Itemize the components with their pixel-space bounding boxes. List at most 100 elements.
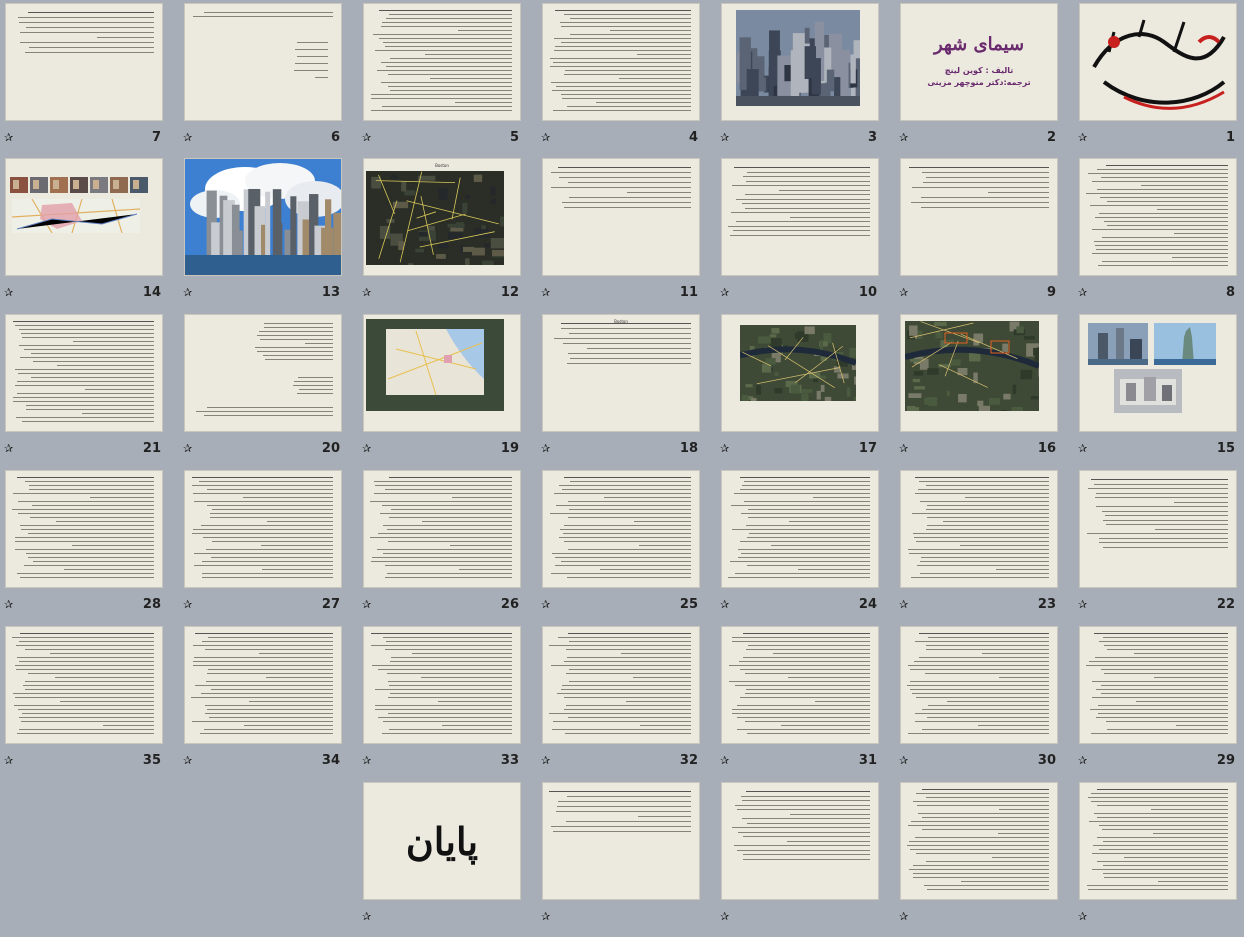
slide-preview[interactable] [1079, 626, 1237, 744]
star-icon[interactable]: ✰ [4, 443, 13, 455]
star-icon[interactable]: ✰ [183, 755, 192, 767]
slide-preview[interactable] [1079, 470, 1237, 588]
slide-preview[interactable] [363, 470, 521, 588]
slide-thumbnail[interactable]: ✰ [716, 781, 895, 937]
slide-preview[interactable] [542, 626, 700, 744]
slide-thumbnail[interactable]: ✰ 15 [1074, 313, 1244, 469]
star-icon[interactable]: ✰ [183, 132, 192, 144]
slide-thumbnail[interactable]: Boston ✰ 12 [358, 157, 537, 313]
slide-preview[interactable] [184, 158, 342, 276]
star-icon[interactable]: ✰ [720, 287, 729, 299]
star-icon[interactable]: ✰ [1078, 443, 1087, 455]
slide-thumbnail[interactable]: ✰ 9 [895, 157, 1074, 313]
slide-thumbnail[interactable]: ✰ 23 [895, 469, 1074, 625]
star-icon[interactable]: ✰ [1078, 132, 1087, 144]
slide-thumbnail[interactable]: ✰ 34 [179, 625, 358, 781]
slide-preview[interactable] [721, 626, 879, 744]
star-icon[interactable]: ✰ [1078, 599, 1087, 611]
slide-thumbnail[interactable]: ✰ 27 [179, 469, 358, 625]
slide-thumbnail[interactable]: ✰ 10 [716, 157, 895, 313]
slide-preview[interactable] [5, 626, 163, 744]
slide-preview[interactable] [1079, 314, 1237, 432]
slide-preview[interactable] [721, 470, 879, 588]
star-icon[interactable]: ✰ [4, 599, 13, 611]
slide-thumbnail[interactable]: ✰ 13 [179, 157, 358, 313]
slide-preview[interactable] [542, 3, 700, 121]
slide-preview[interactable] [184, 470, 342, 588]
slide-preview[interactable] [721, 314, 879, 432]
slide-thumbnail[interactable]: ✰ 8 [1074, 157, 1244, 313]
star-icon[interactable]: ✰ [4, 132, 13, 144]
slide-thumbnail[interactable]: ✰ 35 [0, 625, 179, 781]
slide-thumbnail[interactable]: ✰ 3 [716, 2, 895, 158]
slide-thumbnail[interactable]: ✰ 16 [895, 313, 1074, 469]
slide-thumbnail[interactable]: ✰ 4 [537, 2, 716, 158]
star-icon[interactable]: ✰ [183, 443, 192, 455]
slide-thumbnail[interactable]: ✰ 21 [0, 313, 179, 469]
star-icon[interactable]: ✰ [541, 443, 550, 455]
slide-thumbnail[interactable]: ✰ 29 [1074, 625, 1244, 781]
slide-thumbnail[interactable]: ✰ 14 [0, 157, 179, 313]
star-icon[interactable]: ✰ [362, 911, 371, 923]
slide-thumbnail[interactable]: ✰ 25 [537, 469, 716, 625]
star-icon[interactable]: ✰ [362, 132, 371, 144]
slide-thumbnail[interactable]: سیمای شهر تالیف : کوین لینچ ترجمه:دکتر منو… [895, 2, 1074, 158]
slide-preview[interactable] [542, 782, 700, 900]
slide-preview[interactable] [900, 470, 1058, 588]
slide-preview[interactable] [542, 158, 700, 276]
star-icon[interactable]: ✰ [541, 599, 550, 611]
star-icon[interactable]: ✰ [1078, 287, 1087, 299]
slide-preview[interactable] [5, 158, 163, 276]
star-icon[interactable]: ✰ [541, 911, 550, 923]
star-icon[interactable]: ✰ [720, 599, 729, 611]
slide-preview[interactable] [5, 314, 163, 432]
slide-thumbnail[interactable]: ✰ 33 [358, 625, 537, 781]
slide-thumbnail[interactable]: ✰ 31 [716, 625, 895, 781]
star-icon[interactable]: ✰ [899, 287, 908, 299]
slide-preview[interactable] [363, 314, 521, 432]
star-icon[interactable]: ✰ [899, 132, 908, 144]
star-icon[interactable]: ✰ [899, 911, 908, 923]
slide-preview[interactable] [5, 3, 163, 121]
slide-preview[interactable] [900, 158, 1058, 276]
slide-preview[interactable] [900, 626, 1058, 744]
slide-thumbnail[interactable]: ✰ 26 [358, 469, 537, 625]
slide-thumbnail[interactable]: ✰ 7 [0, 2, 179, 158]
slide-preview[interactable] [184, 3, 342, 121]
star-icon[interactable]: ✰ [541, 287, 550, 299]
slide-thumbnail[interactable]: Boston ✰ 18 [537, 313, 716, 469]
slide-thumbnail[interactable]: ✰ 11 [537, 157, 716, 313]
slide-thumbnail[interactable]: ✰ 19 [358, 313, 537, 469]
slide-thumbnail[interactable]: ✰ 30 [895, 625, 1074, 781]
star-icon[interactable]: ✰ [183, 287, 192, 299]
slide-thumbnail[interactable]: پایان ✰ [358, 781, 537, 937]
slide-preview[interactable] [5, 470, 163, 588]
slide-preview[interactable]: Boston [542, 314, 700, 432]
slide-preview[interactable] [721, 158, 879, 276]
slide-thumbnail[interactable]: ✰ [537, 781, 716, 937]
star-icon[interactable]: ✰ [4, 755, 13, 767]
slide-preview[interactable]: سیمای شهر تالیف : کوین لینچ ترجمه:دکتر منو… [900, 3, 1058, 121]
star-icon[interactable]: ✰ [541, 755, 550, 767]
slide-preview[interactable] [184, 314, 342, 432]
slide-thumbnail[interactable]: ✰ 24 [716, 469, 895, 625]
slide-preview[interactable]: Boston [363, 158, 521, 276]
slide-preview[interactable] [900, 314, 1058, 432]
star-icon[interactable]: ✰ [183, 599, 192, 611]
slide-thumbnail[interactable]: ✰ 6 [179, 2, 358, 158]
slide-thumbnail[interactable]: ✰ 20 [179, 313, 358, 469]
star-icon[interactable]: ✰ [899, 599, 908, 611]
slide-thumbnail[interactable]: ✰ 28 [0, 469, 179, 625]
star-icon[interactable]: ✰ [1078, 755, 1087, 767]
slide-thumbnail[interactable]: ✰ 5 [358, 2, 537, 158]
slide-preview[interactable] [1079, 782, 1237, 900]
slide-preview[interactable] [721, 3, 879, 121]
star-icon[interactable]: ✰ [4, 287, 13, 299]
star-icon[interactable]: ✰ [899, 443, 908, 455]
slide-thumbnail[interactable]: ✰ [895, 781, 1074, 937]
slide-preview[interactable] [363, 626, 521, 744]
slide-thumbnail[interactable]: بسم الله الرحمن الرحیم ✰ 1 [1074, 2, 1244, 158]
slide-thumbnail[interactable]: ✰ 17 [716, 313, 895, 469]
slide-thumbnail[interactable]: ✰ 22 [1074, 469, 1244, 625]
star-icon[interactable]: ✰ [1078, 911, 1087, 923]
